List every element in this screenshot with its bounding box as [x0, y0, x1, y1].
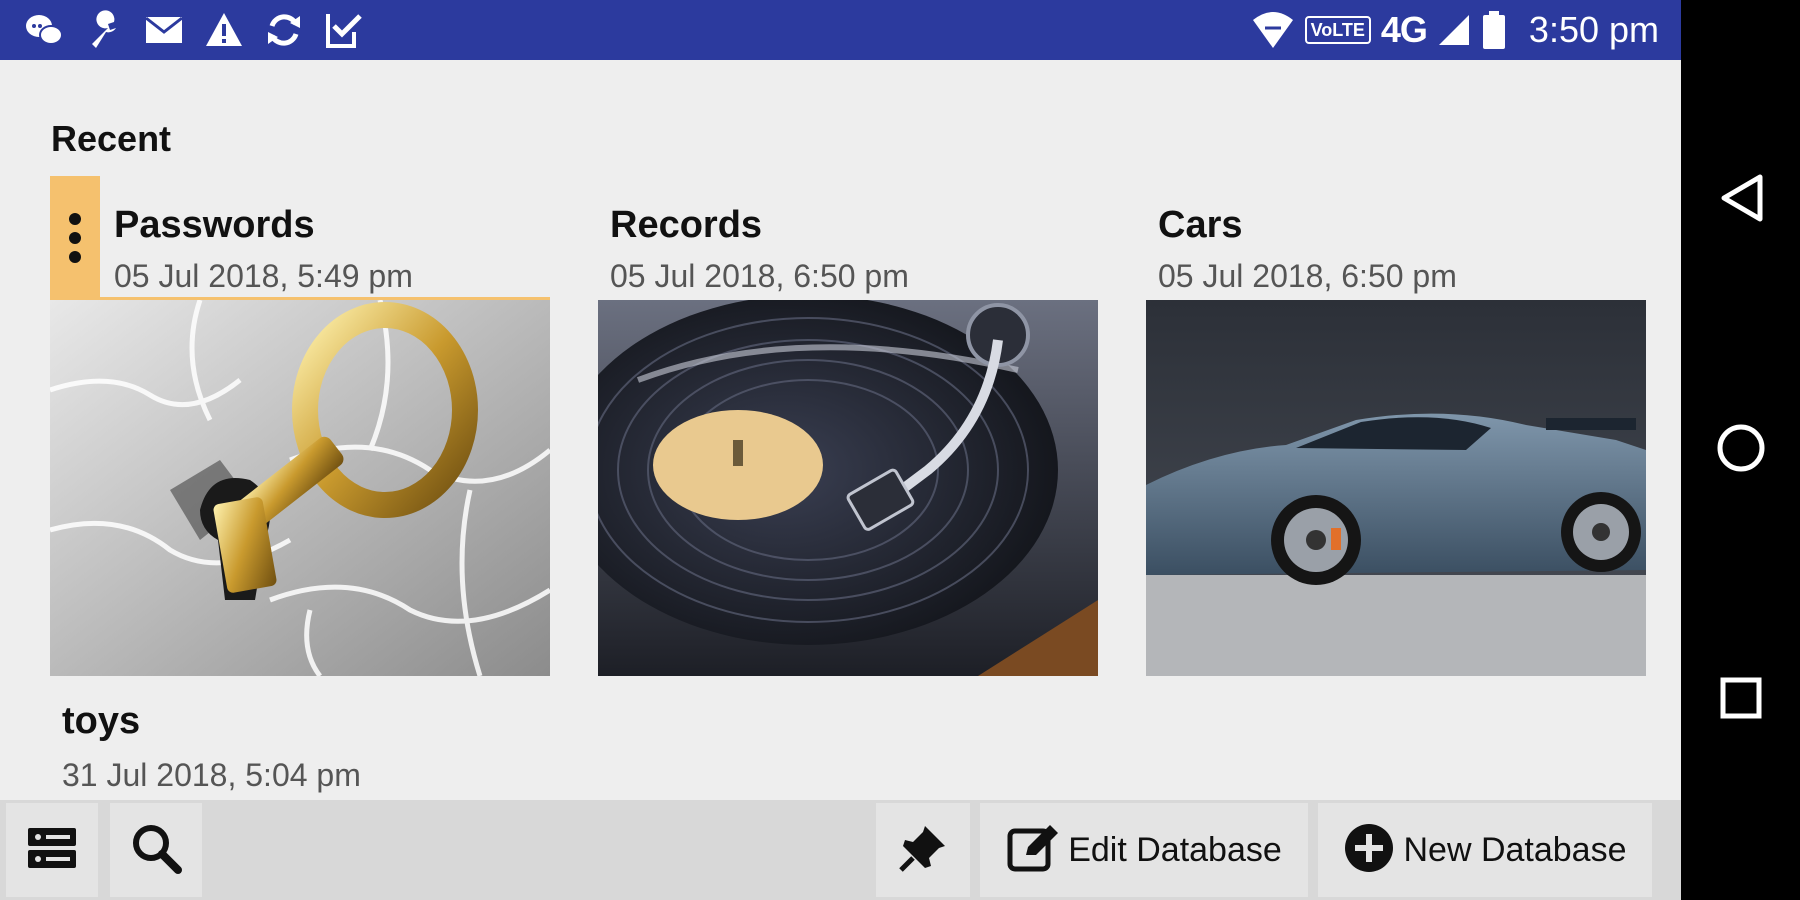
database-card-passwords[interactable]: Passwords 05 Jul 2018, 5:49 pm	[50, 176, 550, 696]
wifi-icon	[1251, 10, 1295, 50]
card-title: Passwords	[114, 204, 315, 246]
search-button[interactable]	[110, 803, 202, 897]
back-icon	[1718, 173, 1764, 228]
pin-button[interactable]	[876, 803, 970, 897]
database-card-toys[interactable]: toys 31 Jul 2018, 5:04 pm	[62, 700, 361, 794]
card-date: 05 Jul 2018, 5:49 pm	[114, 258, 413, 294]
chat-bubbles-icon	[24, 10, 64, 50]
card-title: Records	[610, 204, 763, 246]
add-circle-icon	[1343, 822, 1395, 879]
back-button[interactable]	[1709, 168, 1773, 232]
sync-icon	[264, 10, 304, 50]
new-database-label: New Database	[1403, 830, 1627, 869]
status-bar: VoLTE 4G 3:50 pm	[0, 0, 1681, 60]
checkbox-flag-icon	[324, 10, 364, 50]
vinyl-turntable-image[interactable]	[598, 300, 1098, 676]
app-screen: VoLTE 4G 3:50 pm Recent Passwords 05 Jul…	[0, 0, 1681, 900]
home-button[interactable]	[1709, 418, 1773, 482]
golden-key-puzzle-image[interactable]	[50, 300, 550, 676]
card-date: 05 Jul 2018, 6:50 pm	[1158, 258, 1457, 294]
edit-database-button[interactable]: Edit Database	[980, 803, 1308, 897]
card-title: toys	[62, 700, 141, 742]
edit-database-label: Edit Database	[1068, 830, 1282, 869]
wrench-icon	[84, 10, 124, 50]
battery-icon	[1481, 10, 1507, 50]
edit-icon	[1006, 821, 1060, 880]
volte-badge: VoLTE	[1304, 16, 1371, 44]
card-header[interactable]: Cars 05 Jul 2018, 6:50 pm	[1146, 176, 1646, 300]
database-card-cars[interactable]: Cars 05 Jul 2018, 6:50 pm	[1146, 176, 1646, 696]
clock: 3:50 pm	[1528, 9, 1659, 50]
warning-icon	[204, 10, 244, 50]
system-navigation-bar	[1681, 0, 1800, 900]
pin-icon	[895, 820, 951, 881]
new-database-button[interactable]: New Database	[1318, 803, 1652, 897]
card-date: 05 Jul 2018, 6:50 pm	[610, 258, 909, 294]
recents-icon	[1719, 676, 1763, 725]
network-type: 4G	[1380, 9, 1428, 50]
recents-button[interactable]	[1709, 668, 1773, 732]
card-header[interactable]: Records 05 Jul 2018, 6:50 pm	[598, 176, 1098, 300]
database-card-records[interactable]: Records 05 Jul 2018, 6:50 pm	[598, 176, 1098, 696]
home-icon	[1716, 423, 1766, 478]
search-icon	[128, 820, 184, 881]
database-list-icon	[24, 820, 80, 881]
more-options-icon[interactable]	[50, 176, 100, 300]
mail-icon	[144, 10, 184, 50]
card-date: 31 Jul 2018, 5:04 pm	[62, 757, 361, 793]
signal-icon	[1437, 13, 1471, 47]
sports-car-image[interactable]	[1146, 300, 1646, 676]
card-title: Cars	[1158, 204, 1243, 246]
card-header[interactable]: Passwords 05 Jul 2018, 5:49 pm	[50, 176, 550, 300]
recent-heading: Recent	[51, 118, 172, 159]
database-list-button[interactable]	[6, 803, 98, 897]
